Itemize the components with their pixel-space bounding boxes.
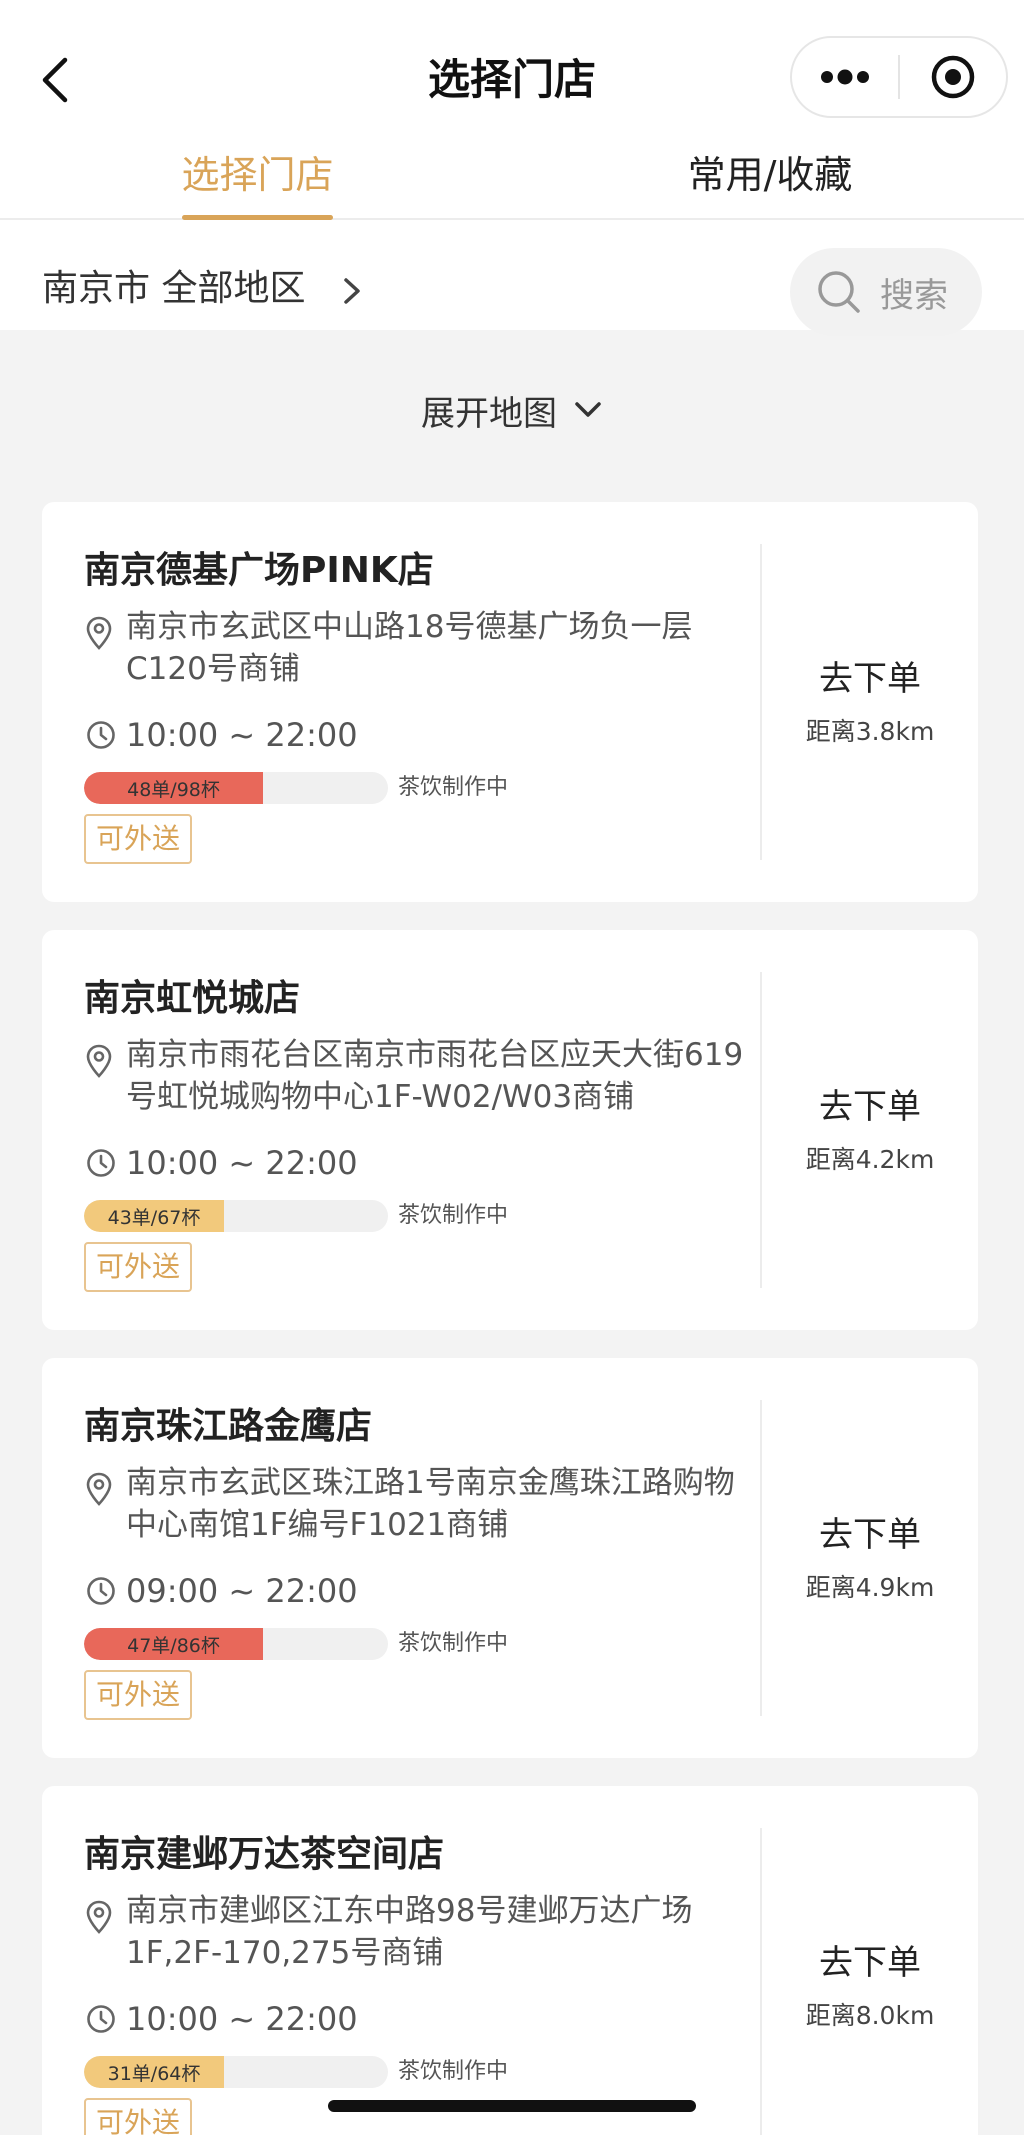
store-status: 茶饮制作中 <box>398 775 509 800</box>
store-hours: 10:00 ~ 22:00 <box>126 2000 358 2038</box>
mini-program-capsule <box>790 36 1008 118</box>
expand-map-label: 展开地图 <box>421 393 557 434</box>
home-indicator <box>328 2100 696 2112</box>
store-address: 南京市雨花台区南京市雨花台区应天大街619号虹悦城购物中心1F-W02/W03商… <box>126 1037 744 1115</box>
order-progress-bar: 43单/67杯 <box>84 1200 388 1232</box>
delivery-tag: 可外送 <box>84 1670 192 1720</box>
more-button[interactable] <box>792 38 898 116</box>
chevron-down-icon <box>575 402 601 417</box>
store-hours: 10:00 ~ 22:00 <box>126 1144 358 1182</box>
store-name: 南京珠江路金鹰店 <box>84 1406 373 1447</box>
store-address: 南京市玄武区珠江路1号南京金鹰珠江路购物中心南馆1F编号F1021商铺 <box>126 1465 735 1543</box>
close-mini-program-button[interactable] <box>900 38 1006 116</box>
store-card[interactable]: 南京虹悦城店 南京市雨花台区南京市雨花台区应天大街619号虹悦城购物中心1F-W… <box>42 930 978 1330</box>
store-card[interactable]: 南京德基广场PINK店 南京市玄武区中山路18号德基广场负一层C120号商铺 1… <box>42 502 978 902</box>
chevron-right-icon <box>344 278 360 304</box>
location-pin-icon <box>86 616 112 650</box>
clock-icon <box>87 1149 115 1177</box>
tab-favorites[interactable]: 常用/收藏 <box>660 150 880 220</box>
store-status: 茶饮制作中 <box>398 1631 509 1656</box>
location-pin-icon <box>86 1900 112 1934</box>
order-progress-bar: 48单/98杯 <box>84 772 388 804</box>
store-distance: 距离8.0km <box>805 2001 935 2030</box>
clock-icon <box>87 1577 115 1605</box>
order-progress-bar: 47单/86杯 <box>84 1628 388 1660</box>
tab-select-store[interactable]: 选择门店 <box>170 150 345 220</box>
store-status: 茶饮制作中 <box>398 1203 509 1228</box>
clock-icon <box>87 721 115 749</box>
order-button[interactable]: 去下单 <box>762 1510 978 1560</box>
order-progress-label: 31单/64杯 <box>107 2062 201 2085</box>
search-button[interactable]: 搜索 <box>790 248 982 336</box>
store-address: 南京市建邺区江东中路98号建邺万达广场1F,2F-170,275号商铺 <box>126 1893 693 1971</box>
search-icon <box>818 271 860 313</box>
store-distance: 距离4.2km <box>805 1145 935 1174</box>
expand-map-button[interactable]: 展开地图 <box>0 380 1024 440</box>
clock-icon <box>87 2005 115 2033</box>
top-panel: 选择门店 选择门店 常用/收藏 南京市 全部地区 搜索 展开地图 <box>0 0 1024 434</box>
search-placeholder: 搜索 <box>880 275 948 316</box>
location-pin-icon <box>86 1044 112 1078</box>
store-hours: 10:00 ~ 22:00 <box>126 716 358 754</box>
delivery-tag: 可外送 <box>84 2098 192 2135</box>
location-pin-icon <box>86 1472 112 1506</box>
order-progress-label: 43单/67杯 <box>107 1206 201 1229</box>
order-progress-bar: 31单/64杯 <box>84 2056 388 2088</box>
tab-bar: 选择门店 常用/收藏 <box>0 140 1024 220</box>
store-distance: 距离3.8km <box>805 717 935 746</box>
more-dots-icon <box>821 69 869 85</box>
store-card[interactable]: 南京建邺万达茶空间店 南京市建邺区江东中路98号建邺万达广场1F,2F-170,… <box>42 1786 978 2135</box>
store-hours: 09:00 ~ 22:00 <box>126 1572 358 1610</box>
order-button[interactable]: 去下单 <box>762 1938 978 1988</box>
store-distance: 距离4.9km <box>805 1573 935 1602</box>
order-progress-label: 47单/86杯 <box>127 1634 220 1657</box>
city-selector[interactable]: 南京市 全部地区 <box>42 264 305 314</box>
store-status: 茶饮制作中 <box>398 2059 509 2084</box>
delivery-tag: 可外送 <box>84 814 192 864</box>
order-button[interactable]: 去下单 <box>762 1082 978 1132</box>
target-icon <box>931 55 975 99</box>
store-name: 南京建邺万达茶空间店 <box>84 1834 445 1875</box>
location-row: 南京市 全部地区 搜索 <box>0 240 1024 340</box>
delivery-tag: 可外送 <box>84 1242 192 1292</box>
store-name: 南京德基广场PINK店 <box>84 550 434 591</box>
order-progress-label: 48单/98杯 <box>127 778 220 801</box>
order-button[interactable]: 去下单 <box>762 654 978 704</box>
store-card[interactable]: 南京珠江路金鹰店 南京市玄武区珠江路1号南京金鹰珠江路购物中心南馆1F编号F10… <box>42 1358 978 1758</box>
store-name: 南京虹悦城店 <box>84 978 301 1019</box>
store-address: 南京市玄武区中山路18号德基广场负一层C120号商铺 <box>126 609 693 687</box>
navigation-bar: 选择门店 <box>0 0 1024 150</box>
